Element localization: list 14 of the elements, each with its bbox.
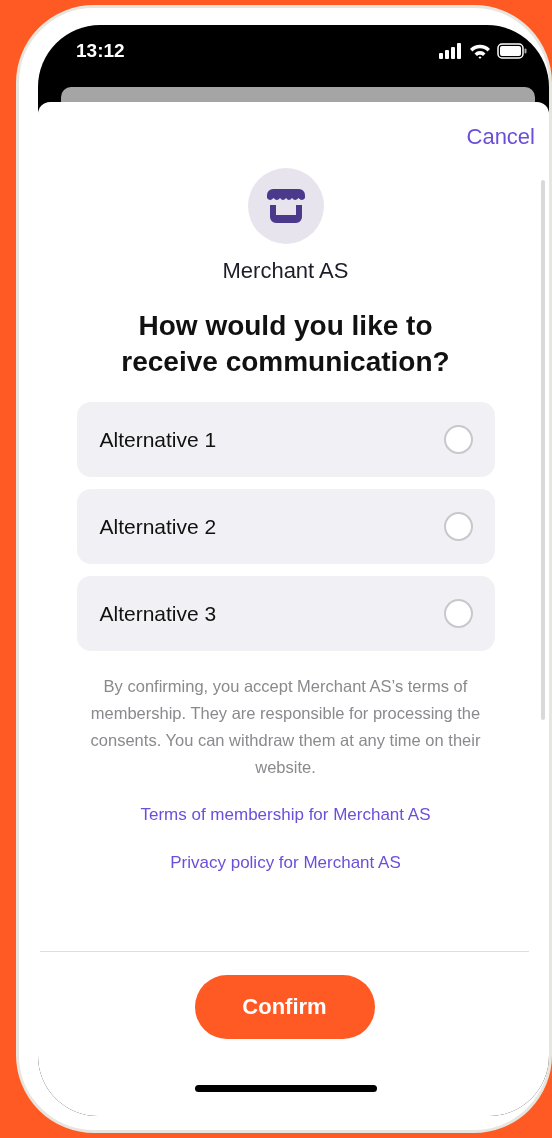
question-heading: How would you like to receive communication?	[120, 309, 451, 379]
cancel-link[interactable]: Cancel	[466, 124, 535, 150]
option-label: Alternative 1	[99, 427, 217, 452]
option-label: Alternative 2	[99, 514, 217, 539]
policy-link[interactable]: Privacy policy for Merchant AS	[170, 849, 401, 876]
option-label: Alternative 3	[99, 601, 217, 626]
consent-disclaimer: By confirming, you accept Merchant AS’s terms of membership. They are responsible for processing the consents. You can withdraw them at any time on their website.	[89, 676, 482, 778]
policy-link[interactable]: Terms of membership for Merchant AS	[140, 801, 431, 828]
option-row[interactable]: Alternative 1	[76, 402, 495, 477]
status-time: 13:12	[76, 40, 125, 62]
option-row[interactable]: Alternative 2	[76, 489, 495, 564]
confirm-button[interactable]: Confirm	[194, 975, 375, 1039]
option-row[interactable]: Alternative 3	[76, 576, 495, 651]
merchant-name: Merchant AS	[222, 258, 349, 284]
